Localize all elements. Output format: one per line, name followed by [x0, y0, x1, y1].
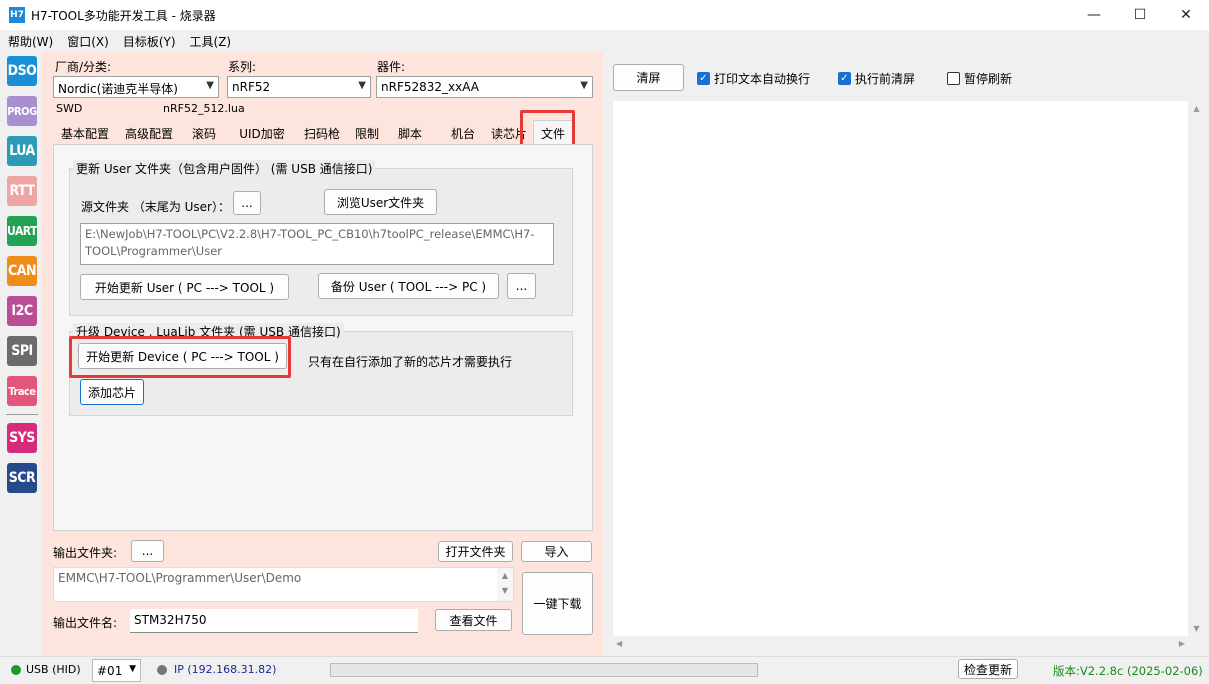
menu-target-board[interactable]: 目标板(Y) [116, 33, 183, 50]
tool-i2c[interactable]: I2C [7, 296, 37, 326]
tab-rolling-code[interactable]: 滚码 [181, 122, 227, 144]
tab-limit[interactable]: 限制 [347, 122, 387, 144]
clear-screen-button[interactable]: 清屏 [613, 64, 684, 91]
auto-wrap-checkbox[interactable]: ✓ 打印文本自动换行 [697, 70, 810, 87]
checkbox-unchecked-icon [947, 72, 960, 85]
usb-status-label: USB (HID) [26, 663, 81, 676]
user-group-title: 更新 User 文件夹（包含用户固件） (需 USB 通信接口) [73, 160, 376, 177]
tool-lua[interactable]: LUA [7, 136, 37, 166]
ip-status-label: IP (192.168.31.82) [174, 663, 277, 676]
chevron-down-icon: ▼ [358, 80, 366, 91]
output-name-label: 输出文件名: [53, 616, 118, 630]
scroll-right-icon[interactable]: ▶ [1179, 639, 1185, 648]
close-button[interactable]: ✕ [1163, 0, 1209, 30]
tool-sys[interactable]: SYS [7, 423, 37, 453]
vertical-scrollbar[interactable]: ▲ ▼ [1188, 101, 1205, 636]
device-label: 器件: [377, 60, 406, 74]
ip-status-dot [157, 665, 167, 675]
source-folder-label: 源文件夹 （末尾为 User）： [81, 200, 230, 214]
check-update-button[interactable]: 检查更新 [958, 659, 1018, 679]
output-folder-path-text: EMMC\H7-TOOL\Programmer\User\Demo [58, 571, 302, 585]
pause-refresh-checkbox[interactable]: 暂停刷新 [947, 70, 1012, 87]
highlight-box [69, 336, 291, 378]
source-path-field[interactable]: E:\NewJob\H7-TOOL\PC\V2.2.8\H7-TOOL_PC_C… [80, 223, 554, 265]
clear-before-run-checkbox[interactable]: ✓ 执行前清屏 [838, 70, 915, 87]
log-output-area[interactable] [613, 101, 1188, 636]
tool-prog[interactable]: PROG [7, 96, 37, 126]
chevron-down-icon: ▼ [580, 80, 588, 91]
menu-help[interactable]: 帮助(W) [0, 33, 60, 50]
output-folder-label: 输出文件夹: [53, 546, 118, 560]
tool-dso[interactable]: DSO [7, 56, 37, 86]
browse-user-folder-button[interactable]: 浏览User文件夹 [324, 189, 437, 215]
series-label: 系列: [228, 60, 257, 74]
backup-more-button[interactable]: ... [507, 273, 536, 299]
output-folder-path[interactable]: EMMC\H7-TOOL\Programmer\User\Demo ▲ ▼ [53, 567, 514, 602]
tool-rtt[interactable]: RTT [7, 176, 37, 206]
minimize-button[interactable]: — [1071, 0, 1117, 30]
device-update-note: 只有在自行添加了新的芯片才需要执行 [308, 355, 513, 369]
tool-can[interactable]: CAN [7, 256, 37, 286]
version-label: 版本:V2.2.8c (2025-02-06) [1053, 664, 1203, 678]
tab-scanner[interactable]: 扫码枪 [297, 122, 347, 144]
clear-before-run-label: 执行前清屏 [855, 72, 916, 86]
tab-script[interactable]: 脚本 [387, 122, 433, 144]
vendor-select[interactable]: Nordic(诺迪克半导体) ▼ [53, 76, 219, 98]
import-button[interactable]: 导入 [521, 541, 592, 562]
scroll-up-icon[interactable]: ▲ [1188, 104, 1205, 113]
left-toolbar: DSO PROG LUA RTT UART CAN I2C SPI Trace … [0, 52, 42, 656]
interface-label: SWD [56, 102, 83, 115]
title-bar: H7 H7-TOOL多功能开发工具 - 烧录器 — ☐ ✕ [0, 0, 1209, 30]
vendor-value: Nordic(诺迪克半导体) [58, 82, 178, 96]
menu-tools[interactable]: 工具(Z) [183, 33, 239, 50]
menu-bar: 帮助(W) 窗口(X) 目标板(Y) 工具(Z) [0, 30, 1209, 52]
scroll-left-icon[interactable]: ◀ [616, 639, 622, 648]
window-title: H7-TOOL多功能开发工具 - 烧录器 [31, 9, 216, 23]
add-chip-button[interactable]: 添加芯片 [80, 379, 144, 405]
progress-bar [330, 663, 758, 677]
scroll-down-icon[interactable]: ▼ [1188, 624, 1205, 633]
tool-uart[interactable]: UART [7, 216, 37, 246]
auto-wrap-label: 打印文本自动换行 [714, 72, 811, 86]
tab-advanced-config[interactable]: 高级配置 [117, 122, 181, 144]
vendor-label: 厂商/分类: [55, 60, 112, 74]
toolbar-divider [6, 414, 38, 415]
pause-refresh-label: 暂停刷新 [964, 72, 1013, 86]
tab-uid-encrypt[interactable]: UID加密 [227, 122, 297, 144]
usb-status-dot [11, 665, 21, 675]
menu-window[interactable]: 窗口(X) [60, 33, 116, 50]
open-folder-button[interactable]: 打开文件夹 [438, 541, 513, 562]
tool-spi[interactable]: SPI [7, 336, 37, 366]
chevron-down-icon: ▼ [206, 80, 214, 91]
series-value: nRF52 [232, 80, 271, 94]
output-name-input[interactable]: STM32H750 [130, 609, 418, 633]
output-folder-browse-button[interactable]: ... [131, 540, 164, 562]
tool-scr[interactable]: SCR [7, 463, 37, 493]
chevron-down-icon: ▼ [129, 664, 136, 674]
horizontal-scrollbar[interactable]: ◀ ▶ [613, 636, 1188, 652]
port-value: #01 [97, 664, 123, 678]
status-bar: USB (HID) #01 ▼ IP (192.168.31.82) 检查更新 … [0, 656, 1209, 684]
lua-file-label: nRF52_512.lua [163, 102, 245, 115]
start-update-user-button[interactable]: 开始更新 User ( PC ---> TOOL ) [80, 274, 289, 300]
tab-basic-config[interactable]: 基本配置 [53, 122, 117, 144]
one-key-download-button[interactable]: 一键下载 [522, 572, 593, 635]
view-file-button[interactable]: 查看文件 [435, 609, 512, 631]
device-value: nRF52832_xxAA [381, 80, 479, 94]
maximize-button[interactable]: ☐ [1117, 0, 1163, 30]
checkbox-checked-icon: ✓ [697, 72, 710, 85]
source-browse-button[interactable]: ... [233, 191, 261, 215]
backup-user-button[interactable]: 备份 User ( TOOL ---> PC ) [318, 273, 499, 299]
tab-machine[interactable]: 机台 [440, 122, 486, 144]
scrollbar[interactable]: ▲ ▼ [497, 568, 513, 601]
tool-trace[interactable]: Trace [7, 376, 37, 406]
app-icon: H7 [9, 7, 25, 23]
port-select[interactable]: #01 ▼ [92, 659, 141, 682]
series-select[interactable]: nRF52 ▼ [227, 76, 371, 98]
highlight-box [520, 110, 575, 148]
checkbox-checked-icon: ✓ [838, 72, 851, 85]
device-select[interactable]: nRF52832_xxAA ▼ [376, 76, 593, 98]
